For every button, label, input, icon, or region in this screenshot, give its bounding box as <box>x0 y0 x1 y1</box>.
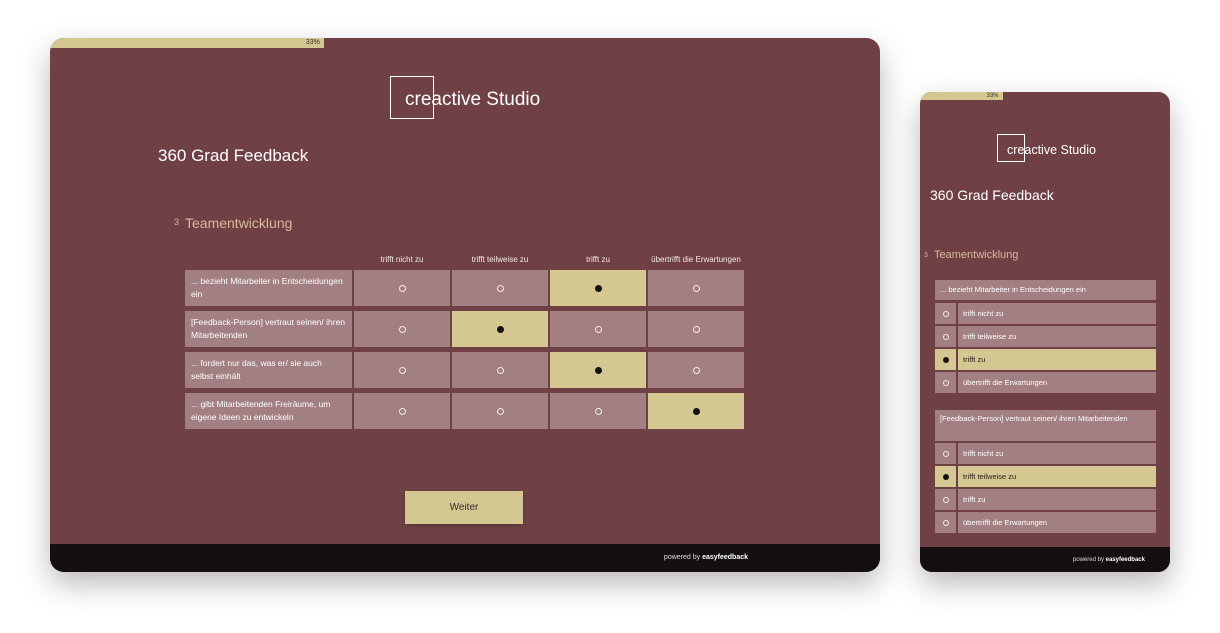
radio-unchecked-icon <box>594 325 602 333</box>
matrix-radio-cell[interactable] <box>648 352 744 388</box>
radio-unchecked-icon <box>398 407 406 415</box>
footer-prefix: powered by <box>1072 557 1104 563</box>
matrix-radio-cell[interactable] <box>648 311 744 347</box>
radio-unchecked-icon <box>942 310 949 317</box>
radio-checked-icon <box>942 356 949 363</box>
radio-checked-icon <box>692 407 700 415</box>
radio-unchecked-icon <box>496 366 504 374</box>
radio-icon <box>935 372 956 393</box>
mobile-option[interactable]: trifft teilweise zu <box>935 326 1156 347</box>
brand-logo: creactive Studio <box>390 76 550 120</box>
footer-brand-link[interactable]: easyfeedback <box>1106 557 1145 563</box>
matrix-radio-cell[interactable] <box>648 393 744 429</box>
matrix-radio-cell[interactable] <box>648 270 744 306</box>
radio-unchecked-icon <box>594 407 602 415</box>
radio-unchecked-icon <box>692 325 700 333</box>
mobile-option[interactable]: trifft nicht zu <box>935 303 1156 324</box>
matrix-radio-cell[interactable] <box>354 352 450 388</box>
progress-fill: 33% <box>50 38 324 48</box>
matrix-radio-cell[interactable] <box>354 311 450 347</box>
mobile-option-label: trifft teilweise zu <box>958 466 1156 487</box>
survey-title: 360 Grad Feedback <box>158 146 309 165</box>
mobile-option[interactable]: trifft teilweise zu <box>935 466 1156 487</box>
radio-icon <box>935 489 956 510</box>
radio-unchecked-icon <box>692 284 700 292</box>
mobile-option[interactable]: übertrifft die Erwartungen <box>935 372 1156 393</box>
progress-bar: 33% <box>920 92 1170 100</box>
footer-brand-link[interactable]: easyfeedback <box>702 554 748 561</box>
matrix-row-label: ... gibt Mitarbeitenden Freiräume, um ei… <box>185 393 352 429</box>
desktop-preview: 33% creactive Studio 360 Grad Feedback 3… <box>50 38 880 572</box>
matrix-radio-cell[interactable] <box>550 352 646 388</box>
radio-unchecked-icon <box>692 366 700 374</box>
mobile-option[interactable]: übertrifft die Erwartungen <box>935 512 1156 533</box>
mobile-question-label: [Feedback-Person] vertraut seinen/ ihren… <box>935 410 1156 441</box>
matrix-radio-cell[interactable] <box>452 393 548 429</box>
mobile-option[interactable]: trifft nicht zu <box>935 443 1156 464</box>
radio-checked-icon <box>942 473 949 480</box>
mobile-preview: 33% creactive Studio 360 Grad Feedback 3… <box>920 92 1170 572</box>
logo-text: creactive Studio <box>405 89 541 110</box>
radio-unchecked-icon <box>398 325 406 333</box>
column-header-trifft-teilweise-zu: trifft teilweise zu <box>471 255 529 264</box>
footer-prefix: powered by <box>663 554 701 561</box>
radio-checked-icon <box>594 284 602 292</box>
radio-unchecked-icon <box>942 379 949 386</box>
survey-title: 360 Grad Feedback <box>930 187 1054 203</box>
matrix-radio-cell[interactable] <box>550 311 646 347</box>
mobile-option-label: trifft teilweise zu <box>958 326 1156 347</box>
column-header-trifft-zu: trifft zu <box>586 255 610 264</box>
section-number: 3 <box>924 252 928 259</box>
mobile-option-label: übertrifft die Erwartungen <box>958 512 1156 533</box>
mobile-question-label: ... bezieht Mitarbeiter in Entscheidunge… <box>935 280 1156 300</box>
radio-icon <box>935 466 956 487</box>
brand-logo: creactive Studio <box>997 134 1107 164</box>
radio-unchecked-icon <box>398 366 406 374</box>
mobile-option-label: übertrifft die Erwartungen <box>958 372 1156 393</box>
section-number: 3 <box>174 217 180 227</box>
mobile-option-label: trifft zu <box>958 489 1156 510</box>
matrix-row-label: ... fordert nur das, was er/ sie auch se… <box>185 352 352 388</box>
progress-label: 33% <box>305 39 320 46</box>
progress-label: 33% <box>986 93 999 99</box>
mobile-option-label: trifft zu <box>958 349 1156 370</box>
radio-unchecked-icon <box>496 284 504 292</box>
radio-unchecked-icon <box>496 407 504 415</box>
progress-bar: 33% <box>50 38 880 48</box>
next-button[interactable]: Weiter <box>405 491 523 524</box>
radio-checked-icon <box>496 325 504 333</box>
section-title: Teamentwicklung <box>185 215 293 231</box>
column-header-uebertrifft: übertrifft die Erwartungen <box>651 255 741 264</box>
radio-unchecked-icon <box>942 519 949 526</box>
radio-icon <box>935 512 956 533</box>
progress-fill: 33% <box>920 92 1003 100</box>
logo-text: creactive Studio <box>1007 143 1096 157</box>
radio-unchecked-icon <box>942 333 949 340</box>
radio-checked-icon <box>594 366 602 374</box>
column-header-trifft-nicht-zu: trifft nicht zu <box>380 255 424 264</box>
mobile-option[interactable]: trifft zu <box>935 489 1156 510</box>
mobile-option-label: trifft nicht zu <box>958 443 1156 464</box>
radio-icon <box>935 303 956 324</box>
section-title: Teamentwicklung <box>934 249 1019 261</box>
matrix-radio-cell[interactable] <box>354 270 450 306</box>
mobile-option[interactable]: trifft zu <box>935 349 1156 370</box>
radio-icon <box>935 349 956 370</box>
radio-icon <box>935 443 956 464</box>
matrix-row-label: [Feedback-Person] vertraut seinen/ ihren… <box>185 311 352 347</box>
matrix-row-label: ... bezieht Mitarbeiter in Entscheidunge… <box>185 270 352 306</box>
radio-unchecked-icon <box>942 450 949 457</box>
footer: powered by easyfeedback <box>920 547 1170 572</box>
matrix-radio-cell[interactable] <box>452 270 548 306</box>
radio-unchecked-icon <box>942 496 949 503</box>
matrix-radio-cell[interactable] <box>550 270 646 306</box>
matrix-radio-cell[interactable] <box>550 393 646 429</box>
matrix-radio-cell[interactable] <box>452 352 548 388</box>
matrix-radio-cell[interactable] <box>354 393 450 429</box>
footer: powered by easyfeedback <box>50 544 880 572</box>
radio-unchecked-icon <box>398 284 406 292</box>
mobile-option-label: trifft nicht zu <box>958 303 1156 324</box>
radio-icon <box>935 326 956 347</box>
matrix-radio-cell[interactable] <box>452 311 548 347</box>
